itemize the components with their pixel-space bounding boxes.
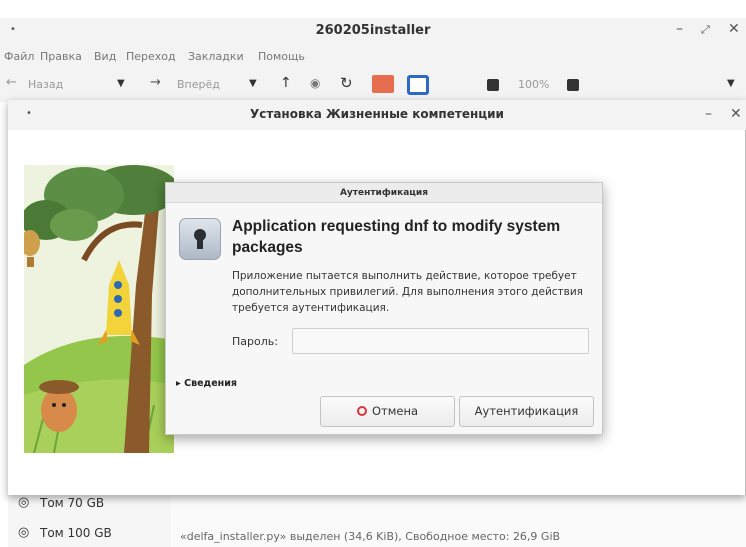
lock-icon [179, 218, 221, 260]
drive-icon: ◎ [18, 525, 30, 540]
file-manager-titlebar: • 260205installer – ⤢ ✕ [0, 18, 746, 44]
menu-go[interactable]: Переход [126, 50, 176, 63]
menu-bookmarks[interactable]: Закладки [188, 50, 244, 63]
zoom-level: 100% [518, 78, 550, 91]
back-button[interactable]: Назад [28, 78, 63, 91]
sidebar-item-volume-70gb[interactable]: ◎ Том 70 GB [18, 495, 105, 510]
minimize-icon[interactable]: – [676, 21, 683, 37]
details-expander[interactable]: ▸ Сведения [176, 378, 237, 389]
drive-icon: ◎ [18, 495, 30, 510]
computer-icon[interactable] [407, 75, 429, 95]
cancel-icon [356, 406, 367, 416]
close-icon[interactable]: ✕ [728, 21, 740, 37]
back-arrow-icon[interactable]: ← [6, 75, 17, 90]
maximize-icon[interactable]: ⤢ [701, 23, 710, 37]
auth-heading: Application requesting dnf to modify sys… [232, 218, 561, 256]
auth-dialog: Аутентификация Application requesting dn… [165, 182, 603, 435]
installer-title: Установка Жизненные компетенции [250, 107, 504, 121]
toolbar-overflow-icon[interactable]: ▼ [727, 78, 735, 89]
installer-illustration [24, 165, 174, 453]
reload-icon[interactable]: ↻ [340, 74, 353, 92]
stop-icon[interactable]: ◉ [310, 76, 320, 90]
cancel-button[interactable]: Отмена [320, 396, 455, 427]
authenticate-button[interactable]: Аутентификация [459, 396, 594, 427]
forward-button[interactable]: Вперёд [177, 78, 220, 91]
password-input[interactable] [292, 328, 589, 354]
sidebar-item-label: Том 70 GB [40, 496, 105, 510]
details-label: Сведения [184, 378, 237, 389]
auth-dialog-title: Аутентификация [166, 183, 602, 203]
forward-arrow-icon[interactable]: → [150, 75, 161, 90]
zoom-in-icon[interactable] [567, 79, 579, 91]
minimize-icon[interactable]: – [705, 106, 712, 122]
zoom-out-icon[interactable] [487, 79, 499, 91]
cancel-label: Отмена [371, 404, 419, 418]
menu-edit[interactable]: Правка [40, 50, 82, 63]
authenticate-label: Аутентификация [474, 404, 579, 418]
menu-file[interactable]: Файл [4, 50, 34, 63]
expander-arrow-icon: ▸ [176, 378, 181, 389]
menu-view[interactable]: Вид [94, 50, 116, 63]
toolbar: ← Назад ▼ → Вперёд ▼ ↑ ◉ ↻ 100% ▼ [0, 70, 746, 102]
forward-history-dropdown-icon[interactable]: ▼ [249, 78, 257, 89]
file-manager-title: 260205installer [315, 23, 431, 38]
up-arrow-icon[interactable]: ↑ [280, 75, 292, 91]
auth-message: Приложение пытается выполнить действие, … [232, 270, 583, 314]
home-folder-icon[interactable] [372, 75, 394, 93]
menu-help[interactable]: Помощь [258, 50, 305, 63]
close-icon[interactable]: ✕ [730, 106, 742, 122]
back-history-dropdown-icon[interactable]: ▼ [117, 78, 125, 89]
sidebar-item-label: Том 100 GB [40, 526, 112, 540]
sidebar-item-volume-100gb[interactable]: ◎ Том 100 GB [18, 525, 112, 540]
menu-bar: Файл Правка Вид Переход Закладки Помощь [0, 44, 746, 70]
password-label: Пароль: [232, 335, 278, 348]
installer-titlebar: • Установка Жизненные компетенции – ✕ [8, 100, 746, 130]
status-bar: «delfa_installer.py» выделен (34,6 KiB),… [180, 530, 561, 543]
